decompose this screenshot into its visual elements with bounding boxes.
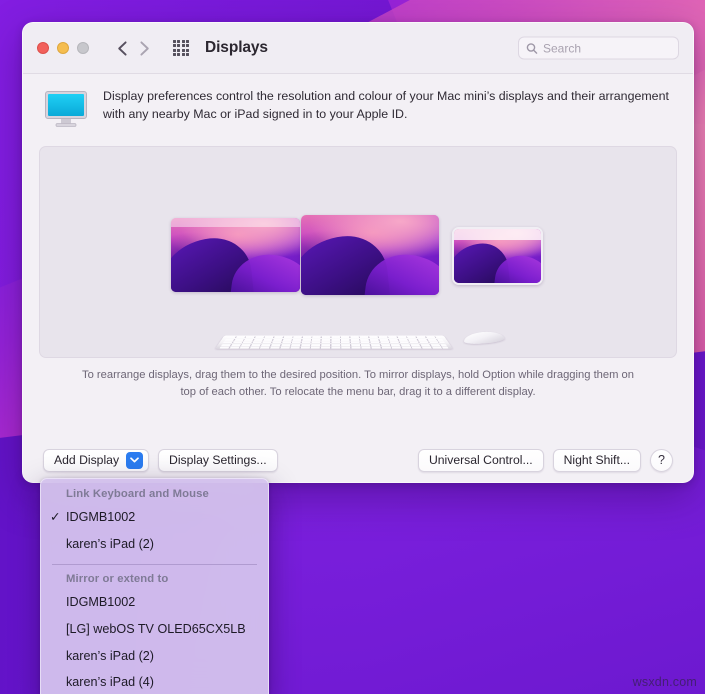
watermark: wsxdn.com (632, 675, 697, 689)
display-arrangement-panel[interactable] (39, 146, 677, 358)
universal-control-label: Universal Control... (428, 453, 533, 467)
add-display-label: Add Display (54, 453, 120, 467)
display-settings-button[interactable]: Display Settings... (158, 448, 278, 472)
chevron-down-icon[interactable] (126, 451, 144, 469)
display-thumbnail-ipad[interactable] (452, 227, 543, 285)
menu-item-label: karen’s iPad (4) (66, 675, 154, 690)
intro-section: Display preferences control the resoluti… (39, 88, 677, 146)
help-label: ? (658, 453, 665, 467)
wallpaper-preview (301, 215, 439, 295)
menu-item-label: IDGMB1002 (66, 594, 136, 609)
forward-button[interactable] (133, 36, 155, 60)
search-field[interactable] (518, 36, 679, 60)
night-shift-button[interactable]: Night Shift... (552, 448, 641, 472)
close-button[interactable] (37, 42, 49, 54)
menu-item-link-idgmb1002[interactable]: ✓ IDGMB1002 (41, 504, 268, 531)
keyboard-icon (215, 335, 453, 349)
search-icon (526, 42, 538, 54)
peripherals-illustration (40, 311, 676, 357)
display-settings-label: Display Settings... (169, 453, 267, 467)
display-thumbnail-left[interactable] (171, 218, 300, 292)
zoom-button[interactable] (77, 42, 89, 54)
back-chevron-icon (117, 40, 127, 56)
menu-bar-strip[interactable] (171, 218, 300, 227)
menu-item-mirror-karens-ipad-4[interactable]: karen’s iPad (4) (41, 669, 268, 694)
menu-item-mirror-idgmb1002[interactable]: IDGMB1002 (41, 589, 268, 616)
menu-item-label: karen’s iPad (2) (66, 536, 154, 551)
page-title: Displays (205, 39, 268, 56)
back-button[interactable] (111, 36, 133, 60)
mouse-icon (463, 330, 506, 346)
bottom-button-row: Add Display Display Settings... Universa… (23, 438, 693, 482)
menu-separator (52, 563, 257, 565)
intro-text: Display preferences control the resoluti… (103, 89, 669, 121)
wallpaper-preview (171, 218, 300, 292)
search-input[interactable] (543, 41, 671, 55)
minimize-button[interactable] (57, 42, 69, 54)
checkmark-icon: ✓ (50, 510, 61, 524)
add-display-dropdown-menu[interactable]: Link Keyboard and Mouse ✓ IDGMB1002 kare… (40, 478, 269, 694)
menu-item-mirror-karens-ipad-2[interactable]: karen’s iPad (2) (41, 643, 268, 670)
displays-preferences-window: Displays Search Display preferences cont… (22, 22, 694, 483)
grid-dots (172, 39, 190, 57)
window-titlebar: Displays (23, 23, 693, 74)
arrangement-hint-text: To rearrange displays, drag them to the … (81, 369, 634, 398)
menu-section-header-link: Link Keyboard and Mouse (66, 488, 209, 500)
menu-section-header-mirror: Mirror or extend to (66, 572, 169, 585)
menu-bar-strip[interactable] (454, 229, 541, 240)
menu-item-mirror-lg-tv[interactable]: [LG] webOS TV OLED65CX5LB (41, 616, 268, 643)
display-thumbnail-center[interactable] (301, 215, 439, 295)
forward-chevron-icon (139, 40, 149, 56)
add-display-button[interactable]: Add Display (43, 448, 150, 472)
all-preferences-grid-icon[interactable] (171, 38, 191, 58)
menu-item-link-karens-ipad-2[interactable]: karen’s iPad (2) (41, 531, 268, 558)
traffic-light-buttons (37, 42, 89, 54)
menu-item-label: [LG] webOS TV OLED65CX5LB (66, 621, 246, 636)
night-shift-label: Night Shift... (563, 453, 630, 467)
window-body: Display preferences control the resoluti… (23, 74, 693, 401)
display-icon (43, 88, 89, 133)
menu-item-label: IDGMB1002 (66, 510, 136, 524)
desktop-wallpaper: Displays Search Display preferences cont… (0, 0, 705, 694)
menu-item-label: karen’s iPad (2) (66, 648, 154, 663)
help-button[interactable]: ? (650, 448, 673, 472)
universal-control-button[interactable]: Universal Control... (417, 448, 544, 472)
